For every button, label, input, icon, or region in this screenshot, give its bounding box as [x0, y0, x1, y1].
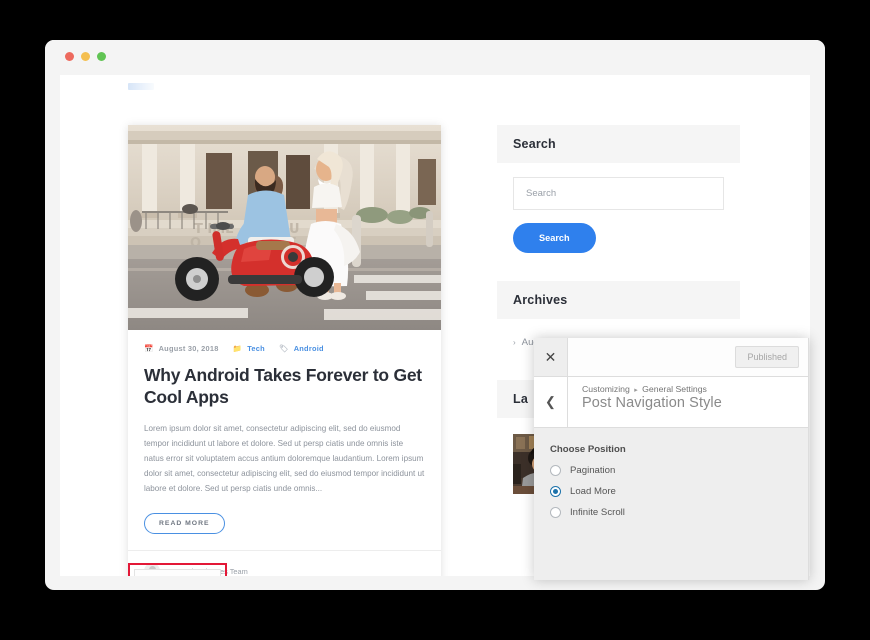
close-icon[interactable]: ✕: [534, 338, 568, 376]
radio-icon[interactable]: [550, 465, 561, 476]
window-minimize-button[interactable]: [81, 52, 90, 61]
read-more-button[interactable]: READ MORE: [144, 513, 225, 535]
radio-label: Load More: [570, 486, 616, 497]
post-category-link[interactable]: Tech: [247, 344, 265, 353]
customizer-section-header: ❮ Customizing ▸ General Settings Post Na…: [534, 377, 808, 428]
radio-option-load-more[interactable]: Load More: [550, 486, 792, 497]
customizer-header-text: Customizing ▸ General Settings Post Navi…: [568, 377, 808, 427]
chevron-right-icon: ›: [513, 338, 516, 347]
radio-label: Pagination: [570, 465, 616, 476]
calendar-icon: 📅: [144, 344, 154, 353]
radio-option-pagination[interactable]: Pagination: [550, 465, 792, 476]
chevron-left-icon[interactable]: ❮: [534, 377, 568, 427]
browser-titlebar: [45, 40, 825, 68]
post-featured-image[interactable]: T IME OU O NT: [128, 125, 441, 330]
post-date: August 30, 2018: [158, 344, 219, 353]
post-meta: 📅 August 30, 2018 📁 Tech 🏷 Android: [144, 344, 425, 353]
customizer-topbar-right: Published: [568, 338, 808, 376]
search-input[interactable]: [513, 177, 724, 210]
pagination-area: Load More: [128, 563, 228, 576]
window-maximize-button[interactable]: [97, 52, 106, 61]
customizer-panel: ✕ Published ❮ Customizing ▸ General Sett…: [534, 338, 809, 580]
load-more-highlight-box: Load More: [128, 563, 228, 576]
tag-icon: 🏷: [278, 344, 289, 353]
post-card-body: 📅 August 30, 2018 📁 Tech 🏷 Android Why A…: [128, 330, 441, 576]
radio-option-infinite-scroll[interactable]: Infinite Scroll: [550, 507, 792, 518]
post-title[interactable]: Why Android Takes Forever to Get Cool Ap…: [144, 364, 425, 409]
load-more-button[interactable]: Load More: [134, 569, 222, 576]
breadcrumb-arrow-icon: ▸: [634, 387, 638, 394]
publish-button[interactable]: Published: [735, 346, 799, 368]
widget-search: Search Search: [497, 125, 740, 253]
page-title: Post Navigation Style: [582, 395, 722, 411]
customizer-body: Choose Position Pagination Load More Inf…: [534, 428, 808, 580]
search-submit-button[interactable]: Search: [513, 223, 596, 253]
breadcrumb: Customizing ▸ General Settings: [582, 384, 808, 394]
window-close-button[interactable]: [65, 52, 74, 61]
radio-icon-selected[interactable]: [550, 486, 561, 497]
control-label: Choose Position: [550, 444, 626, 455]
folder-icon: 📁: [232, 344, 243, 353]
radio-label: Infinite Scroll: [570, 507, 625, 518]
widget-search-title: Search: [497, 125, 740, 163]
customizer-topbar: ✕ Published: [534, 338, 808, 377]
breadcrumb-section[interactable]: General Settings: [642, 384, 707, 394]
radio-icon[interactable]: [550, 507, 561, 518]
scroll-artifact: [128, 83, 154, 90]
widget-search-body: Search: [497, 163, 740, 253]
breadcrumb-root[interactable]: Customizing: [582, 384, 630, 394]
post-card: T IME OU O NT: [128, 125, 441, 576]
widget-archives-title: Archives: [497, 281, 740, 319]
post-excerpt: Lorem ipsum dolor sit amet, consectetur …: [144, 423, 425, 493]
post-tag-link[interactable]: Android: [294, 344, 324, 353]
